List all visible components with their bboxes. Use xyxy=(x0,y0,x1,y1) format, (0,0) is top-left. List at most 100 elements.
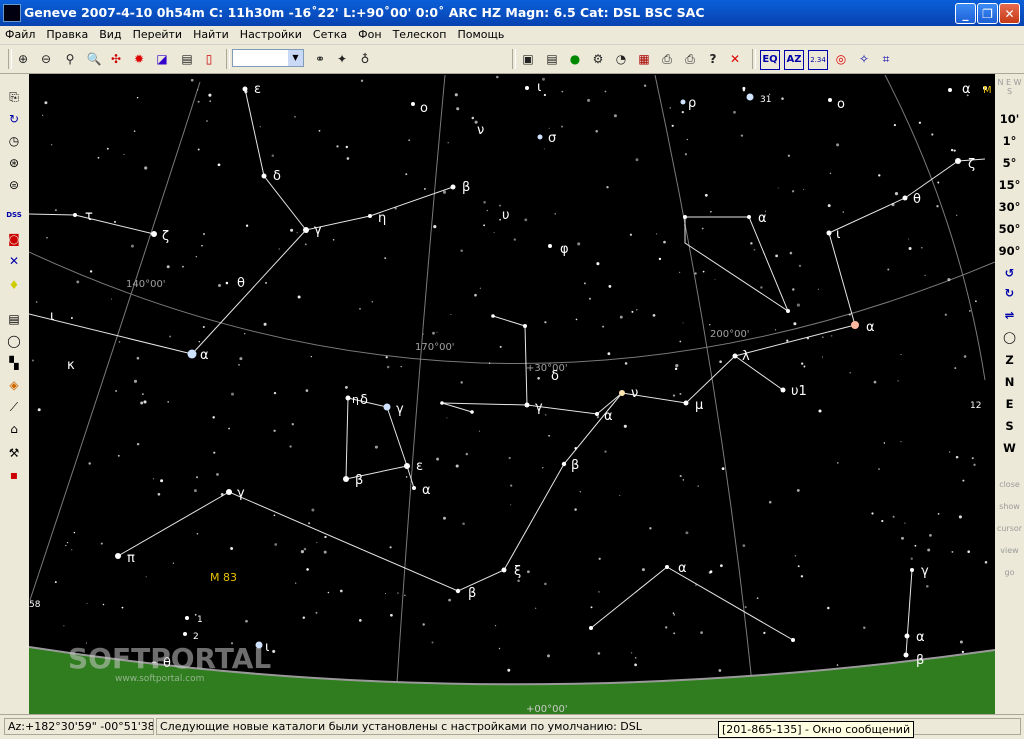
satellite-icon[interactable]: ⚙ xyxy=(589,50,607,68)
constellation-lines-icon[interactable]: ✧ xyxy=(855,50,873,68)
star xyxy=(658,257,662,261)
gray-button-3[interactable]: cursor xyxy=(995,524,1024,533)
search-object-icon[interactable]: ✦ xyxy=(333,50,351,68)
menu-background[interactable]: Фон xyxy=(353,26,387,41)
message-window-button[interactable]: [201-865-135] - Окно сообщений xyxy=(718,721,915,738)
zoom-in-icon[interactable]: ⊕ xyxy=(14,50,32,68)
star xyxy=(245,224,249,227)
minimize-button[interactable]: _ xyxy=(955,3,976,24)
info-icon[interactable]: ▤ xyxy=(178,50,196,68)
fov-30deg-button[interactable]: 30° xyxy=(995,200,1024,214)
binoculars-icon[interactable]: ⚭ xyxy=(311,50,329,68)
alt-icon[interactable]: 2.34 xyxy=(808,50,828,70)
stats-icon[interactable]: ◈ xyxy=(5,376,23,394)
zenith-button[interactable]: Z xyxy=(995,353,1024,367)
globe-icon[interactable]: ● xyxy=(566,50,584,68)
fov-1deg-button[interactable]: 1° xyxy=(995,134,1024,148)
close-button[interactable]: ✕ xyxy=(999,3,1020,24)
circle-icon[interactable]: ◯ xyxy=(5,332,23,350)
close-icon[interactable]: ✕ xyxy=(726,50,744,68)
boundaries-icon[interactable]: ⌗ xyxy=(877,50,895,68)
fov-10min-button[interactable]: 10' xyxy=(995,112,1024,126)
star xyxy=(918,121,922,124)
refresh-icon[interactable]: ↻ xyxy=(5,110,23,128)
sky-chart[interactable]: 140°00' 170°00' 200°00' +30°00' +00°00' … xyxy=(29,74,995,714)
star xyxy=(308,522,311,525)
az-icon[interactable]: AZ xyxy=(784,50,804,70)
zoom-out-icon[interactable]: ⊖ xyxy=(37,50,55,68)
target-icon[interactable]: ◎ xyxy=(832,50,850,68)
copy-icon[interactable]: ⎘ xyxy=(5,88,23,106)
help-icon[interactable]: ? xyxy=(704,50,722,68)
sun-icon[interactable]: ✹ xyxy=(130,50,148,68)
gray-button-4[interactable]: view xyxy=(995,546,1024,555)
star xyxy=(753,248,756,251)
gray-button-1[interactable]: close xyxy=(995,480,1024,489)
print-setup-icon[interactable]: ⎙ xyxy=(681,50,699,68)
timer-icon[interactable]: ◷ xyxy=(5,132,23,150)
fov-15deg-button[interactable]: 15° xyxy=(995,178,1024,192)
star-label: γ xyxy=(535,400,543,415)
rotate-right-icon[interactable]: ↻ xyxy=(995,286,1024,300)
mirror-icon[interactable]: ✕ xyxy=(5,252,23,270)
tools-icon[interactable]: ▪ xyxy=(5,466,23,484)
text-icon[interactable]: ▤ xyxy=(543,50,561,68)
gray-button-5[interactable]: go xyxy=(995,568,1024,577)
document-icon[interactable]: ▯ xyxy=(200,50,218,68)
east-button[interactable]: E xyxy=(995,397,1024,411)
star xyxy=(46,236,48,239)
bulb-icon[interactable]: ♦ xyxy=(5,276,23,294)
compass-icon[interactable]: ⊛ xyxy=(5,154,23,172)
fov-50deg-button[interactable]: 50° xyxy=(995,222,1024,236)
zoom-fit-icon[interactable]: ⚲ xyxy=(61,50,79,68)
telescope-icon[interactable]: ⌂ xyxy=(5,420,23,438)
menu-view[interactable]: Вид xyxy=(94,26,127,41)
constellation-icon[interactable]: ✣ xyxy=(107,50,125,68)
circle-view-icon[interactable]: ◯ xyxy=(995,330,1024,344)
eq-icon[interactable]: EQ xyxy=(760,50,780,70)
scope-icon[interactable]: ⚒ xyxy=(5,444,23,462)
star xyxy=(297,295,301,299)
palette-icon[interactable]: ▚ xyxy=(5,354,23,372)
layers-icon[interactable]: ▤ xyxy=(5,310,23,328)
dss-icon[interactable]: DSS xyxy=(5,206,23,224)
object-select[interactable]: ▼ xyxy=(232,49,304,67)
menu-grid[interactable]: Сетка xyxy=(308,26,353,41)
maximize-button[interactable]: ❐ xyxy=(977,3,998,24)
gray-button-2[interactable]: show xyxy=(995,502,1024,511)
named-star xyxy=(303,227,309,233)
star xyxy=(613,114,617,118)
star xyxy=(914,544,917,547)
print-icon[interactable]: ⎙ xyxy=(658,50,676,68)
find-icon[interactable]: 🔍 xyxy=(85,50,103,68)
west-button[interactable]: W xyxy=(995,441,1024,455)
north-button[interactable]: N xyxy=(995,375,1024,389)
flip-icon[interactable]: ⇌ xyxy=(995,308,1024,322)
menu-goto[interactable]: Перейти xyxy=(128,26,189,41)
fov-5deg-button[interactable]: 5° xyxy=(995,156,1024,170)
star xyxy=(908,238,910,240)
menu-edit[interactable]: Правка xyxy=(41,26,94,41)
chevron-down-icon[interactable]: ▼ xyxy=(288,50,303,66)
menu-settings[interactable]: Настройки xyxy=(235,26,308,41)
night-mode-icon[interactable]: ◪ xyxy=(153,50,171,68)
clock-icon[interactable]: ◔ xyxy=(612,50,630,68)
star xyxy=(837,462,839,464)
search-person-icon[interactable]: ♁ xyxy=(356,50,374,68)
save-icon[interactable]: ▣ xyxy=(519,50,537,68)
star xyxy=(953,149,956,152)
camera-icon[interactable]: ◙ xyxy=(5,230,23,248)
fov-90deg-button[interactable]: 90° xyxy=(995,244,1024,258)
menu-telescope[interactable]: Телескоп xyxy=(388,26,453,41)
menu-help[interactable]: Помощь xyxy=(452,26,510,41)
star xyxy=(167,401,170,403)
eyepiece-icon[interactable]: ⟋ xyxy=(5,398,23,416)
star xyxy=(961,650,965,654)
menu-find[interactable]: Найти xyxy=(188,26,235,41)
menu-file[interactable]: Файл xyxy=(0,26,41,41)
south-button[interactable]: S xyxy=(995,419,1024,433)
star xyxy=(679,474,682,478)
calendar-icon[interactable]: ▦ xyxy=(635,50,653,68)
rotate-left-icon[interactable]: ↺ xyxy=(995,266,1024,280)
grid-icon[interactable]: ⊜ xyxy=(5,176,23,194)
